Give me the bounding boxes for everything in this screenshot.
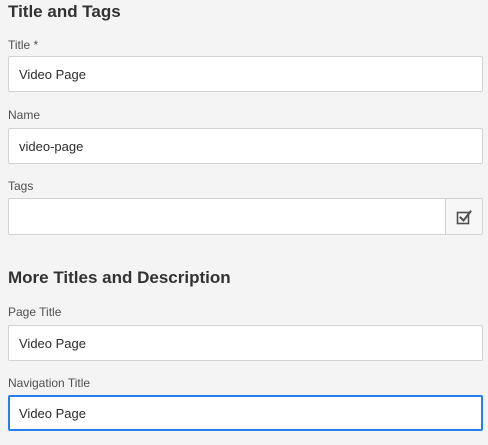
title-field[interactable] (8, 56, 483, 92)
tags-field[interactable] (9, 199, 445, 234)
name-field[interactable] (8, 128, 483, 164)
tags-field-label: Tags (8, 179, 34, 193)
page-title-field[interactable] (8, 325, 483, 361)
checkbox-picker-icon (456, 209, 472, 225)
tags-picker-button[interactable] (445, 199, 482, 234)
section-heading-title-and-tags: Title and Tags (8, 2, 121, 21)
navigation-title-field[interactable] (8, 395, 483, 431)
title-field-label: Title * (8, 38, 39, 52)
page-title-field-label: Page Title (8, 305, 62, 319)
tags-field-group (8, 198, 483, 235)
name-field-label: Name (8, 108, 41, 122)
navigation-title-field-label: Navigation Title (8, 376, 91, 390)
section-heading-more-titles: More Titles and Description (8, 268, 231, 287)
